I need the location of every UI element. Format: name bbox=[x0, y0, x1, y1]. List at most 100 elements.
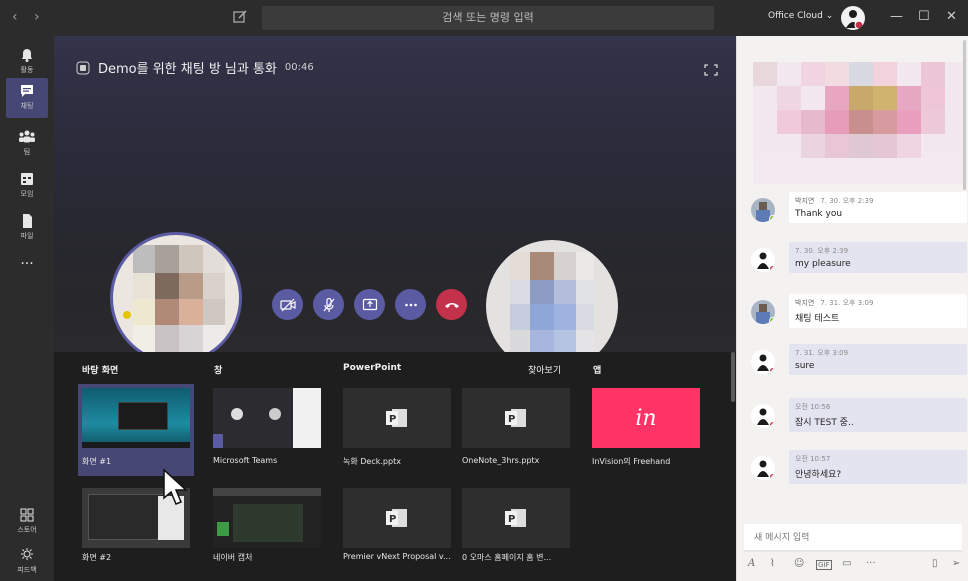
message-bubble[interactable]: 박지연 7. 31. 오후 3:09 채팅 테스트 bbox=[789, 294, 967, 328]
chat-scrollbar[interactable] bbox=[963, 40, 966, 190]
rail-item-meetings[interactable]: 모임 bbox=[6, 166, 48, 206]
screen-thumbnail bbox=[82, 388, 190, 448]
section-header-desktop: 바탕 화면 bbox=[82, 366, 119, 376]
teams-icon bbox=[19, 130, 35, 143]
share-screen-button[interactable] bbox=[354, 289, 385, 320]
rail-item-store[interactable]: 스토어 bbox=[6, 502, 48, 542]
message-text: sure bbox=[795, 361, 815, 371]
share-tile-desktop-1[interactable]: 화면 #1 bbox=[78, 384, 194, 476]
minimize-button[interactable]: — bbox=[890, 9, 903, 24]
share-tile-window-capture[interactable]: 네이버 캡처 bbox=[209, 484, 325, 570]
message-text: 잠시 TEST 중.. bbox=[795, 418, 854, 428]
message-bubble[interactable]: 7. 31. 오후 3:09 sure bbox=[789, 344, 967, 375]
tile-label: Microsoft Teams bbox=[213, 456, 278, 465]
rail-item-chat[interactable]: 채팅 bbox=[6, 78, 48, 118]
svg-text:P: P bbox=[508, 514, 515, 525]
avatar bbox=[751, 198, 775, 222]
more-compose-icon[interactable]: ··· bbox=[866, 558, 876, 569]
rail-item-teams[interactable]: 팀 bbox=[6, 124, 48, 164]
rail-item-feedback[interactable]: 피드백 bbox=[6, 542, 48, 581]
tile-label: InVision의 Freehand bbox=[592, 457, 671, 466]
share-tile-window-teams[interactable]: Microsoft Teams bbox=[209, 384, 325, 476]
tray-scrollbar[interactable] bbox=[731, 352, 735, 402]
message-input[interactable]: 새 메시지 입력 bbox=[744, 524, 962, 552]
hang-up-button[interactable] bbox=[436, 289, 467, 320]
more-icon bbox=[404, 303, 417, 306]
attach-icon[interactable]: ⌇ bbox=[770, 558, 775, 569]
close-button[interactable]: ✕ bbox=[946, 9, 957, 24]
rail-label: 활동 bbox=[20, 66, 34, 74]
share-tray: 바탕 화면 창 PowerPoint 찾아보기 앱 화면 #1 화면 #2 Mi… bbox=[54, 352, 736, 581]
emoji-icon[interactable]: ☺ bbox=[794, 558, 804, 569]
mute-button[interactable] bbox=[313, 289, 344, 320]
presence-busy-icon bbox=[769, 421, 775, 428]
more-options-button[interactable] bbox=[395, 289, 426, 320]
calendar-icon bbox=[21, 173, 33, 185]
powerpoint-icon: P bbox=[505, 409, 526, 427]
file-icon bbox=[23, 214, 32, 228]
tile-label: 화면 #2 bbox=[82, 553, 112, 562]
avatar bbox=[751, 404, 775, 428]
share-tile-ppt-2[interactable]: P OneNote_3hrs.pptx bbox=[458, 384, 574, 476]
presence-busy-icon bbox=[769, 265, 775, 272]
store-icon bbox=[20, 508, 34, 522]
rail-label: 파일 bbox=[20, 232, 34, 240]
avatar bbox=[751, 300, 775, 324]
call-header: Demo를 위한 채팅 방 님과 통화 00:46 bbox=[76, 58, 314, 77]
invision-logo: in bbox=[635, 405, 657, 431]
message-bubble[interactable]: 오전 10:57 안녕하세요? bbox=[789, 450, 967, 484]
tenant-switcher[interactable]: Office Cloud ⌄ bbox=[768, 11, 833, 21]
hang-up-icon bbox=[444, 302, 459, 308]
ppt-thumbnail: P bbox=[462, 488, 570, 548]
camera-off-icon bbox=[279, 298, 296, 311]
rail-label: 스토어 bbox=[17, 526, 37, 534]
fullscreen-icon[interactable] bbox=[704, 64, 718, 76]
message-bubble[interactable]: 박지연 7. 30. 오후 2:39 Thank you bbox=[789, 192, 967, 223]
message-bubble[interactable]: 오전 10:56 잠시 TEST 중.. bbox=[789, 398, 967, 432]
section-header-window: 창 bbox=[214, 366, 223, 376]
share-screen-icon bbox=[362, 298, 377, 310]
message-text: 안녕하세요? bbox=[795, 470, 842, 480]
rail-item-activity[interactable]: 활동 bbox=[6, 42, 48, 82]
share-tile-ppt-3[interactable]: P Premier vNext Proposal v... bbox=[339, 484, 455, 570]
send-icon[interactable]: ➢ bbox=[952, 558, 960, 569]
avatar bbox=[751, 350, 775, 374]
new-chat-icon[interactable] bbox=[232, 9, 248, 25]
message-time: 7. 31. 오후 3:09 bbox=[795, 349, 849, 357]
camera-off-button[interactable] bbox=[272, 289, 303, 320]
browse-link[interactable]: 찾아보기 bbox=[528, 363, 561, 376]
svg-text:P: P bbox=[508, 414, 515, 425]
ppt-thumbnail: P bbox=[343, 388, 451, 448]
presence-busy-icon bbox=[769, 367, 775, 374]
forward-button[interactable]: › bbox=[34, 9, 40, 25]
clipboard-icon[interactable]: ▯ bbox=[932, 558, 938, 569]
share-tile-ppt-1[interactable]: P 녹화 Deck.pptx bbox=[339, 384, 455, 476]
back-button[interactable]: ‹ bbox=[12, 9, 18, 25]
rail-item-files[interactable]: 파일 bbox=[6, 208, 48, 248]
invision-thumbnail: in bbox=[592, 388, 700, 448]
powerpoint-icon: P bbox=[505, 509, 526, 527]
share-tile-app-invision[interactable]: in InVision의 Freehand bbox=[588, 384, 704, 476]
message-bubble[interactable]: 7. 30. 오후 2:39 my pleasure bbox=[789, 242, 967, 273]
maximize-button[interactable]: ☐ bbox=[918, 9, 930, 24]
format-icon[interactable]: A bbox=[748, 558, 755, 569]
svg-text:P: P bbox=[389, 514, 396, 525]
window-thumbnail bbox=[213, 488, 321, 548]
sticker-icon[interactable]: ▭ bbox=[842, 558, 851, 569]
share-tile-ppt-4[interactable]: P 0 오마스 홈페이지 홈 변... bbox=[458, 484, 574, 570]
call-duration: 00:46 bbox=[284, 62, 314, 73]
gif-icon[interactable]: GIF bbox=[816, 560, 832, 570]
message-text: my pleasure bbox=[795, 259, 851, 269]
search-input[interactable]: 검색 또는 명령 입력 bbox=[262, 6, 714, 30]
window-thumbnail bbox=[213, 388, 321, 448]
profile-avatar[interactable] bbox=[841, 6, 865, 30]
message-time: 7. 30. 오후 2:39 bbox=[820, 197, 874, 205]
app-rail: 활동 채팅 팀 모임 파일 ··· 스토어 피드백 bbox=[0, 36, 54, 581]
chat-icon bbox=[21, 85, 33, 97]
tile-label: 화면 #1 bbox=[82, 457, 112, 466]
svg-text:P: P bbox=[389, 414, 396, 425]
avatar bbox=[751, 248, 775, 272]
rail-label: 팀 bbox=[23, 148, 31, 156]
more-apps-button[interactable]: ··· bbox=[6, 254, 48, 294]
feedback-icon bbox=[21, 548, 33, 560]
